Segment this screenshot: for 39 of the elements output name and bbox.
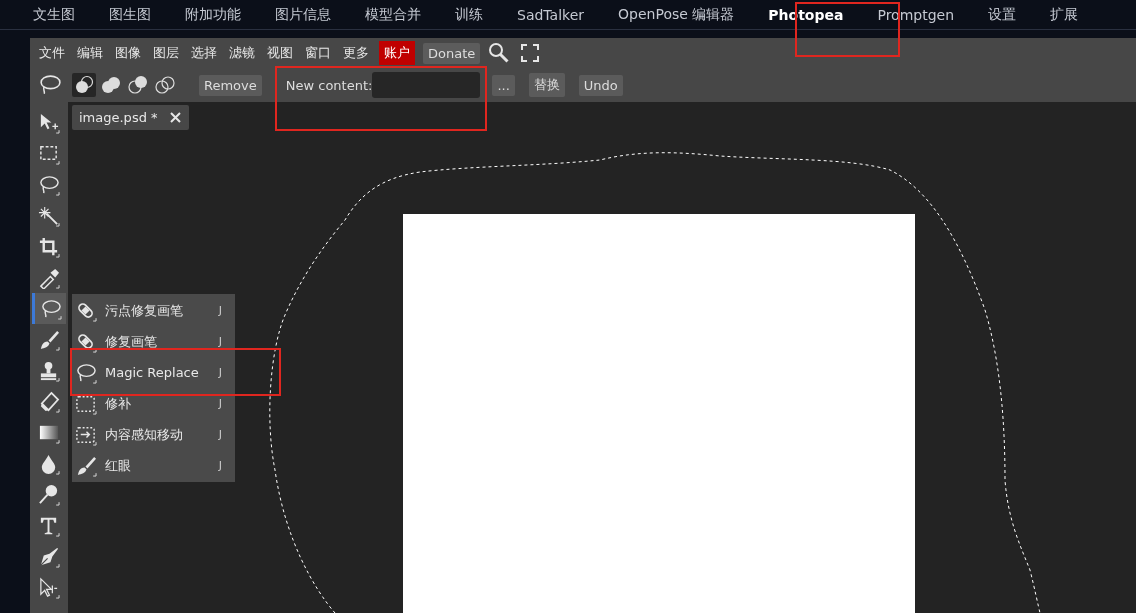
flyout-item[interactable]: 修补 xyxy=(105,394,219,413)
nav-tab[interactable]: 图片信息 xyxy=(258,0,348,29)
flyout-item[interactable]: Magic Replace xyxy=(105,365,219,380)
more-button[interactable]: ... xyxy=(492,74,515,96)
shortcut-key: J xyxy=(218,304,222,317)
menu-item[interactable]: 图像 xyxy=(109,44,147,62)
undo-button[interactable]: Undo xyxy=(578,74,623,96)
menu-item[interactable]: 文件 xyxy=(33,44,71,62)
nav-tab[interactable]: 扩展 xyxy=(1033,0,1096,29)
remove-button[interactable]: Remove xyxy=(199,74,262,96)
new-content-label: New content: xyxy=(285,77,373,93)
shortcut-key: J xyxy=(218,459,222,472)
shortcut-key: J xyxy=(218,397,222,410)
menu-item[interactable]: 更多 xyxy=(337,44,375,62)
account-button[interactable]: 账户 xyxy=(379,41,415,65)
menu-item[interactable]: 视图 xyxy=(261,44,299,62)
menu-item[interactable]: 窗口 xyxy=(299,44,337,62)
flyout-item[interactable]: 修复画笔 xyxy=(105,332,219,351)
replace-button[interactable]: 替换 xyxy=(528,73,565,97)
shortcut-key: J xyxy=(218,335,222,348)
flyout-item[interactable]: 内容感知移动 xyxy=(105,425,219,444)
nav-tab[interactable]: OpenPose 编辑器 xyxy=(601,0,752,29)
flyout-item[interactable]: 红眼 xyxy=(105,456,219,475)
nav-tab[interactable]: 图生图 xyxy=(92,0,168,29)
nav-tab[interactable]: 设置 xyxy=(971,0,1034,29)
nav-tab[interactable]: 训练 xyxy=(438,0,500,29)
shortcut-key: J xyxy=(218,428,222,441)
document-tab[interactable]: image.psd * xyxy=(72,105,189,130)
menu-item[interactable]: 图层 xyxy=(147,44,185,62)
flyout-item[interactable]: 污点修复画笔 xyxy=(105,301,219,320)
nav-tab[interactable]: 附加功能 xyxy=(168,0,258,29)
menu-item[interactable]: 编辑 xyxy=(71,44,109,62)
shortcut-key: J xyxy=(218,366,222,379)
menu-item[interactable]: 滤镜 xyxy=(223,44,261,62)
donate-button[interactable]: Donate xyxy=(423,42,481,64)
nav-tab[interactable]: 模型合并 xyxy=(348,0,438,29)
menu-item[interactable]: 选择 xyxy=(185,44,223,62)
nav-tab[interactable]: SadTalker xyxy=(500,0,602,29)
nav-tab[interactable]: 文生图 xyxy=(16,0,92,29)
